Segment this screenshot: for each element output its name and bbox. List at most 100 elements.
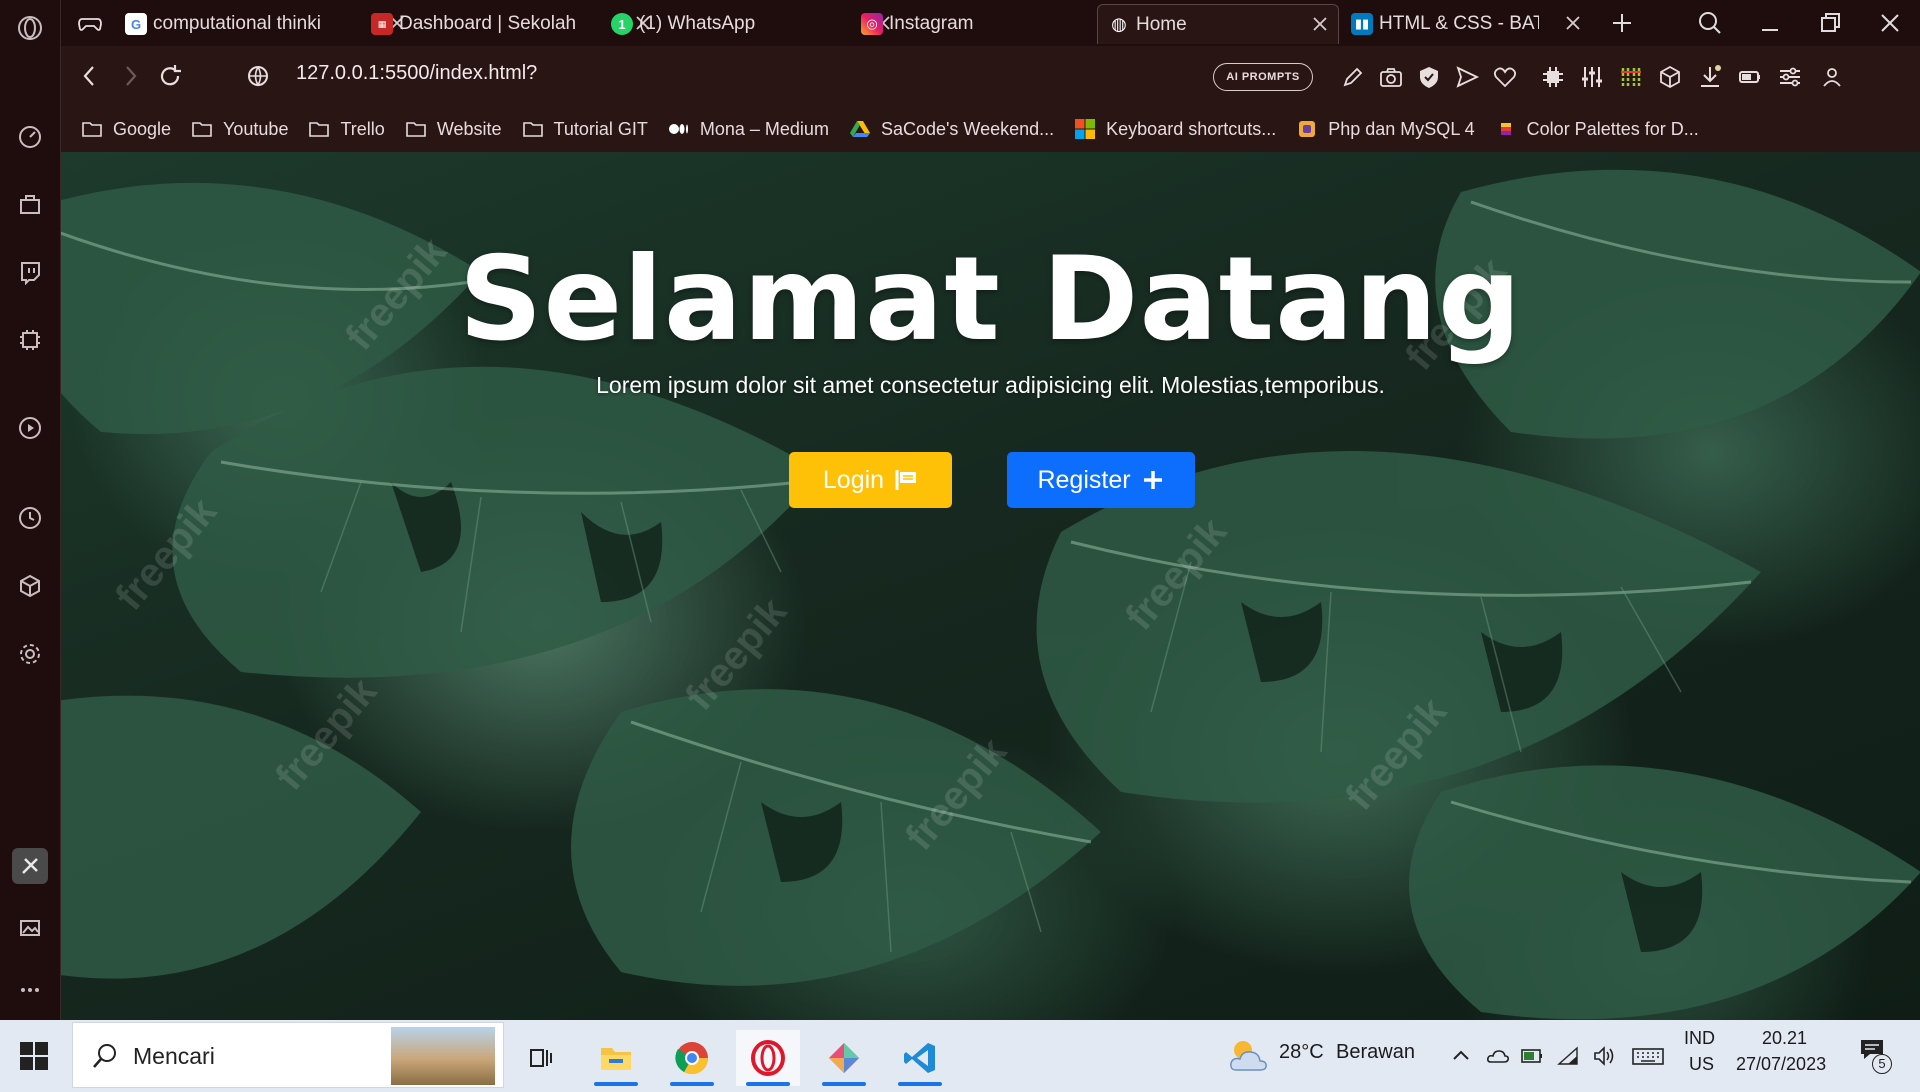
forward-icon[interactable] (115, 61, 145, 91)
chip-icon[interactable] (12, 322, 48, 358)
vscode-icon[interactable] (888, 1030, 952, 1086)
tab-title: Dashboard | Sekolah (399, 13, 577, 34)
notification-center-button[interactable]: 5 (1858, 1036, 1896, 1076)
new-tab-icon[interactable] (1607, 8, 1637, 38)
tab-whatsapp[interactable]: 1 (1) WhatsApp (611, 4, 901, 44)
chevron-up-icon[interactable] (1449, 1044, 1473, 1068)
php-icon (1296, 118, 1318, 140)
chrome-icon[interactable] (660, 1030, 724, 1086)
bookmark-website[interactable]: Website (405, 118, 502, 140)
globe-icon: ◍ (1111, 14, 1127, 34)
task-view-icon[interactable] (508, 1030, 572, 1086)
close-window-icon[interactable] (1875, 8, 1905, 38)
page-title: Selamat Datang (458, 232, 1523, 367)
settings-icon[interactable] (12, 636, 48, 672)
minimize-icon[interactable] (1755, 8, 1785, 38)
login-label: Login (822, 465, 885, 494)
bookmark-color-palettes[interactable]: Color Palettes for D... (1495, 118, 1699, 140)
page-subtitle: Lorem ipsum dolor sit amet consectetur a… (596, 372, 1385, 398)
speed-dial-icon[interactable] (12, 118, 48, 154)
language-indicator[interactable]: IND (1684, 1028, 1715, 1049)
tools-icon[interactable] (12, 848, 48, 884)
ai-prompts-button[interactable]: AI PROMPTS (1213, 63, 1313, 91)
weather-description[interactable]: Berawan (1336, 1041, 1415, 1064)
more-icon[interactable] (12, 972, 48, 1008)
folder-icon (522, 118, 544, 140)
search-placeholder: Mencari (133, 1043, 215, 1069)
folder-icon (191, 118, 213, 140)
register-button[interactable]: Register (1007, 452, 1195, 508)
whatsapp-icon: 1 (611, 13, 633, 35)
twitch-icon[interactable] (12, 254, 48, 290)
battery-icon[interactable] (1520, 1044, 1544, 1068)
restore-icon[interactable] (1815, 8, 1845, 38)
wifi-icon[interactable] (1556, 1044, 1580, 1068)
bookmark-keyboard-shortcuts[interactable]: Keyboard shortcuts... (1074, 118, 1276, 140)
bars-icon[interactable] (1616, 62, 1646, 92)
bookmark-label: Website (436, 118, 502, 139)
taskbar-search[interactable]: Mencari (72, 1022, 504, 1088)
tab-title: HTML & CSS - BATC (1379, 13, 1539, 34)
cube-icon[interactable] (12, 568, 48, 604)
palette-icon (1495, 118, 1517, 140)
profile-icon[interactable] (1817, 62, 1847, 92)
opera-logo-icon[interactable] (12, 10, 48, 46)
extensions-icon[interactable] (12, 186, 48, 222)
tab-title: Home (1136, 13, 1187, 35)
download-icon[interactable] (1695, 62, 1725, 92)
site-info-icon[interactable] (243, 61, 273, 91)
gitkraken-icon[interactable] (812, 1030, 876, 1086)
cpu-icon[interactable] (1538, 62, 1568, 92)
plus-icon (1143, 471, 1162, 489)
clock-date[interactable]: 27/07/2023 (1736, 1054, 1826, 1075)
notification-count: 5 (1872, 1054, 1892, 1074)
search-tabs-icon[interactable] (1695, 8, 1725, 38)
close-icon[interactable] (1563, 13, 1583, 33)
tab-title: Instagram (889, 13, 974, 34)
equalizer-icon[interactable] (1577, 62, 1607, 92)
bookmark-youtube[interactable]: Youtube (191, 118, 288, 140)
bookmark-label: Trello (340, 118, 385, 139)
url-field[interactable]: 127.0.0.1:5500/index.html? (296, 62, 537, 85)
player-icon[interactable] (12, 410, 48, 446)
bookmark-trello[interactable]: Trello (308, 118, 385, 140)
close-icon[interactable] (1310, 14, 1330, 34)
keyboard-icon[interactable] (1632, 1044, 1664, 1068)
windows-start-icon[interactable] (18, 1040, 50, 1072)
edit-icon[interactable] (1338, 62, 1368, 92)
bookmark-label: Tutorial GIT (553, 118, 648, 139)
folder-icon (308, 118, 330, 140)
gallery-icon[interactable] (12, 910, 48, 946)
folder-icon (81, 118, 103, 140)
history-icon[interactable] (12, 500, 48, 536)
address-toolbar: 127.0.0.1:5500/index.html? AI PROMPTS (61, 46, 1920, 106)
bookmark-php-mysql[interactable]: Php dan MySQL 4 (1296, 118, 1475, 140)
back-icon[interactable] (75, 61, 105, 91)
bookmark-medium[interactable]: Mona – Medium (668, 118, 829, 140)
camera-icon[interactable] (1376, 62, 1406, 92)
box-icon[interactable] (1655, 62, 1685, 92)
bookmark-tutorial-git[interactable]: Tutorial GIT (522, 118, 648, 140)
shield-icon[interactable] (1414, 62, 1444, 92)
bookmark-google[interactable]: Google (81, 118, 171, 140)
heart-icon[interactable] (1490, 62, 1520, 92)
bookmarks-bar: Google Youtube Trello Website Tutorial G… (61, 106, 1920, 152)
battery-saver-icon[interactable] (1735, 62, 1765, 92)
easy-setup-icon[interactable] (1775, 62, 1805, 92)
keyboard-layout[interactable]: US (1689, 1054, 1714, 1075)
bookmark-drive[interactable]: SaCode's Weekend... (849, 118, 1054, 140)
clock-time[interactable]: 20.21 (1762, 1028, 1807, 1049)
onedrive-icon[interactable] (1486, 1044, 1510, 1068)
opera-icon[interactable] (736, 1030, 800, 1086)
volume-icon[interactable] (1592, 1044, 1616, 1068)
file-explorer-icon[interactable] (584, 1030, 648, 1086)
login-button[interactable]: Login (789, 452, 952, 508)
tab-home[interactable]: ◍ Home (1097, 4, 1339, 44)
gamepad-icon[interactable] (75, 8, 105, 38)
send-icon[interactable] (1452, 62, 1482, 92)
reload-icon[interactable] (155, 61, 185, 91)
tab-trello[interactable]: ▮▮ HTML & CSS - BATC (1351, 4, 1591, 44)
trello-icon: ▮▮ (1351, 13, 1373, 35)
bookmark-label: Mona – Medium (699, 118, 829, 139)
weather-temperature[interactable]: 28°C (1279, 1041, 1324, 1064)
